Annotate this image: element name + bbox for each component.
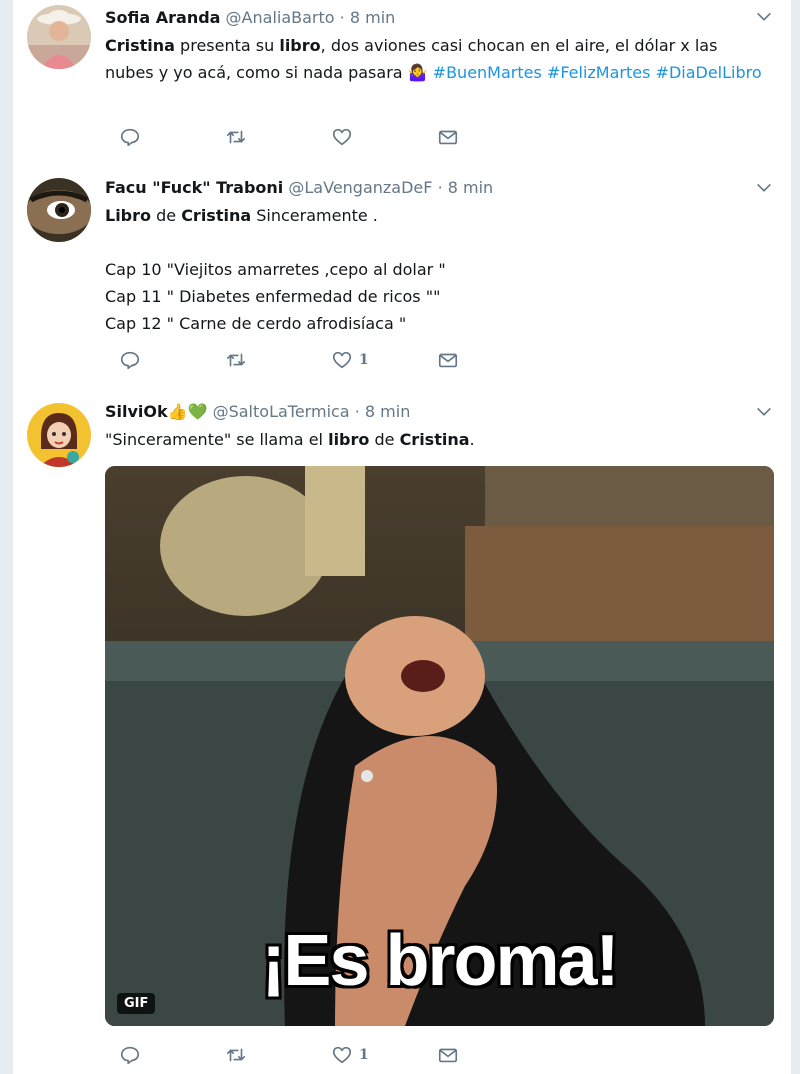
- retweet-button[interactable]: [225, 125, 247, 149]
- keyword: Libro: [105, 206, 152, 225]
- timestamp[interactable]: 8 min: [350, 8, 395, 27]
- like-count: 1: [359, 1047, 369, 1063]
- reply-button[interactable]: [119, 125, 141, 149]
- avatar[interactable]: [27, 178, 91, 242]
- username[interactable]: @LaVenganzaDeF: [288, 178, 432, 197]
- name-emoji: 👍💚: [167, 402, 208, 421]
- username[interactable]: @SaltoLaTermica: [213, 402, 350, 421]
- gif-caption: ¡Es broma!: [261, 921, 619, 1001]
- tweet-text: Libro de Cristina Sinceramente . Cap 10 …: [105, 202, 771, 337]
- tweet-text: "Sinceramente" se llama el libro de Cris…: [105, 426, 771, 453]
- like-icon: [332, 1046, 352, 1064]
- text-segment: de: [151, 206, 182, 225]
- text-segment: "Sinceramente" se llama el: [105, 430, 329, 449]
- display-name[interactable]: Facu "Fuck" Traboni: [105, 178, 283, 197]
- hashtag-link[interactable]: #BuenMartes: [433, 63, 542, 82]
- separator-dot: ·: [339, 8, 345, 27]
- tweet[interactable]: Sofia Aranda @AnaliaBarto · 8 min Cristi…: [13, 0, 791, 163]
- tweet-actions: 1: [105, 1043, 465, 1067]
- direct-message-button[interactable]: [437, 348, 459, 372]
- tweet[interactable]: SilviOk👍💚 @SaltoLaTermica · 8 min "Since…: [13, 385, 791, 1074]
- reply-icon: [120, 128, 140, 147]
- keyword: Cristina: [399, 430, 470, 449]
- timeline: Sofia Aranda @AnaliaBarto · 8 min Cristi…: [12, 0, 792, 1074]
- separator-dot: ·: [354, 402, 360, 421]
- avatar[interactable]: [27, 403, 91, 467]
- retweet-icon: [226, 353, 246, 367]
- gif-badge: GIF: [117, 993, 156, 1014]
- display-name[interactable]: SilviOk: [105, 402, 168, 421]
- reply-button[interactable]: [119, 348, 141, 372]
- reply-button[interactable]: [119, 1043, 141, 1067]
- like-button[interactable]: [331, 125, 359, 149]
- like-icon: [332, 128, 352, 146]
- timestamp[interactable]: 8 min: [448, 178, 493, 197]
- text-line: Cap 10 "Viejitos amarretes ,cepo al dola…: [105, 260, 446, 279]
- keyword: Cristina: [181, 206, 252, 225]
- text-segment: presenta su: [174, 36, 280, 55]
- like-button[interactable]: 1: [331, 1043, 369, 1067]
- tweet-actions: [105, 125, 465, 149]
- direct-message-icon: [438, 1048, 458, 1063]
- text-line: Cap 12 " Carne de cerdo afrodisíaca ": [105, 314, 407, 333]
- direct-message-icon: [438, 353, 458, 368]
- tweet-header: Facu "Fuck" Traboni @LaVenganzaDeF · 8 m…: [105, 178, 493, 197]
- display-name[interactable]: Sofia Aranda: [105, 8, 220, 27]
- text-line: Libro de Cristina Sinceramente .: [105, 202, 771, 229]
- text-line: Cap 11 " Diabetes enfermedad de ricos "": [105, 287, 441, 306]
- keyword: libro: [328, 430, 370, 449]
- chevron-down-icon[interactable]: [755, 179, 775, 199]
- retweet-icon: [226, 130, 246, 144]
- reply-icon: [120, 1046, 140, 1065]
- tweet[interactable]: Facu "Fuck" Traboni @LaVenganzaDeF · 8 m…: [13, 162, 791, 386]
- hashtag-link[interactable]: #FelizMartes: [547, 63, 651, 82]
- keyword: Cristina: [105, 36, 175, 55]
- tweet-header: SilviOk👍💚 @SaltoLaTermica · 8 min: [105, 402, 410, 421]
- timestamp[interactable]: 8 min: [365, 402, 410, 421]
- like-button[interactable]: 1: [331, 348, 369, 372]
- keyword: libro: [279, 36, 321, 55]
- chevron-down-icon[interactable]: [755, 8, 775, 28]
- shrug-emoji: 🤷‍♀️: [407, 63, 428, 82]
- reply-icon: [120, 351, 140, 370]
- direct-message-icon: [438, 130, 458, 145]
- like-count: 1: [359, 352, 369, 368]
- username[interactable]: @AnaliaBarto: [226, 8, 335, 27]
- hashtag-link[interactable]: #DiaDelLibro: [656, 63, 762, 82]
- tweet-text: Cristina presenta su libro, dos aviones …: [105, 32, 771, 86]
- text-segment: Sinceramente .: [251, 206, 378, 225]
- text-segment: de: [369, 430, 400, 449]
- retweet-button[interactable]: [225, 1043, 247, 1067]
- avatar[interactable]: [27, 5, 91, 69]
- chevron-down-icon[interactable]: [755, 403, 775, 423]
- separator-dot: ·: [437, 178, 443, 197]
- direct-message-button[interactable]: [437, 125, 459, 149]
- tweet-actions: 1: [105, 348, 465, 372]
- gif-media[interactable]: ¡Es broma! GIF: [105, 466, 774, 1026]
- retweet-button[interactable]: [225, 348, 247, 372]
- direct-message-button[interactable]: [437, 1043, 459, 1067]
- like-icon: [332, 351, 352, 369]
- retweet-icon: [226, 1048, 246, 1062]
- tweet-header: Sofia Aranda @AnaliaBarto · 8 min: [105, 8, 395, 27]
- text-segment: .: [469, 430, 475, 449]
